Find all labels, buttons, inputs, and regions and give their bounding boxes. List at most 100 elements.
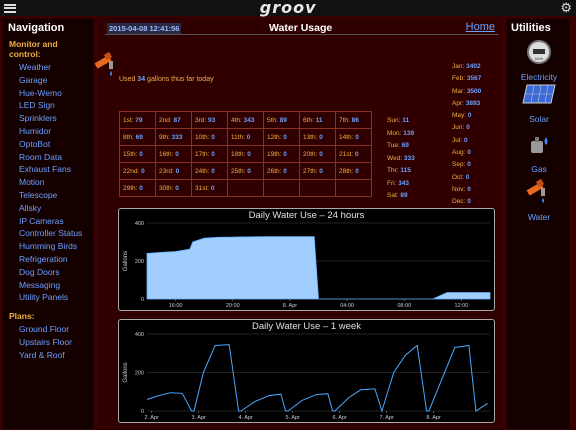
navigation-title: Navigation bbox=[8, 22, 65, 34]
month-row: Mar: 3500 bbox=[452, 86, 481, 98]
month-value: 0 bbox=[467, 198, 471, 206]
utility-gas[interactable]: Gas bbox=[507, 131, 571, 174]
day-value: 0 bbox=[211, 133, 215, 141]
weekday-value: 115 bbox=[400, 167, 411, 174]
nav-item-dog-doors[interactable]: Dog Doors bbox=[3, 266, 93, 279]
nav-item-ip-cameras[interactable]: IP Cameras bbox=[3, 215, 93, 228]
daily-usage-cell: 17th: 0 bbox=[191, 145, 228, 163]
day-value: 0 bbox=[246, 133, 251, 141]
y-tick-label: 400 bbox=[135, 221, 144, 227]
nav-item-room-data[interactable]: Room Data bbox=[3, 151, 93, 164]
y-tick-label: 400 bbox=[135, 332, 144, 338]
month-value: 3567 bbox=[466, 75, 482, 83]
day-value: 11 bbox=[315, 116, 323, 124]
daily-usage-cell: 31st: 0 bbox=[191, 179, 228, 197]
month-label: Apr: bbox=[452, 99, 464, 107]
daily-usage-cell: 21st: 0 bbox=[335, 145, 372, 163]
y-tick-label: 200 bbox=[135, 371, 144, 377]
nav-item-optobot[interactable]: OptoBot bbox=[3, 138, 93, 151]
day-value: 0 bbox=[139, 184, 143, 192]
weekday-label: Mon: bbox=[387, 129, 402, 137]
nav-item-weather[interactable]: Weather bbox=[3, 61, 93, 74]
utility-electricity[interactable]: kWh Electricity bbox=[507, 39, 571, 82]
day-value: 87 bbox=[173, 116, 181, 124]
y-tick-label: 0 bbox=[141, 297, 144, 303]
month-value: 0 bbox=[466, 124, 470, 132]
x-tick-label: 08:00 bbox=[397, 303, 411, 309]
daily-usage-cell: 13th: 0 bbox=[299, 128, 336, 146]
month-label: Jun: bbox=[452, 124, 465, 132]
month-row: Feb: 3567 bbox=[452, 73, 481, 85]
nav-item-controller-status[interactable]: Controller Status bbox=[3, 227, 93, 240]
nav-item-yard-roof[interactable]: Yard & Roof bbox=[3, 349, 93, 362]
day-value: 0 bbox=[354, 150, 359, 158]
daily-usage-row: 15th: 0 16th: 0 17th: 0 18th: 0 19th: 0 20th:… bbox=[119, 145, 372, 163]
monthly-usage-list: Jan: 3402 Feb: 3567 Mar: 3500 Apr: 3893 May:… bbox=[452, 61, 481, 209]
day-label: 24th: bbox=[195, 167, 210, 175]
nav-item-telescope[interactable]: Telescope bbox=[3, 189, 93, 202]
nav-item-ground-floor[interactable]: Ground Floor bbox=[3, 323, 93, 336]
utility-solar[interactable]: Solar bbox=[507, 83, 571, 124]
daily-usage-cell: 4th: 343 bbox=[227, 111, 264, 129]
nav-item-upstairs-floor[interactable]: Upstairs Floor bbox=[3, 336, 93, 349]
home-link[interactable]: Home bbox=[466, 21, 495, 33]
weekday-label: Sat: bbox=[387, 192, 399, 199]
weekday-label: Tue: bbox=[387, 142, 400, 149]
nav-item-messaging[interactable]: Messaging bbox=[3, 279, 93, 292]
nav-item-allsky[interactable]: Allsky bbox=[3, 202, 93, 215]
daily-usage-cell: 14th: 0 bbox=[335, 128, 372, 146]
daily-usage-row: 29th: 0 30th: 0 31st: 0 bbox=[119, 179, 372, 197]
nav-item-exhaust-fans[interactable]: Exhaust Fans bbox=[3, 163, 93, 176]
chart-24-hours: Daily Water Use – 24 hours 0 200 400 Gallon… bbox=[118, 208, 495, 311]
daily-usage-cell: 30th: 0 bbox=[155, 179, 192, 197]
gear-icon[interactable]: ⚙ bbox=[560, 1, 572, 15]
x-tick-label: 6. Apr bbox=[332, 415, 347, 421]
nav-item-humidor[interactable]: Humidor bbox=[3, 125, 93, 138]
nav-item-garage[interactable]: Garage bbox=[3, 74, 93, 87]
x-tick-label: 5. Apr bbox=[285, 415, 300, 421]
day-label: 1st: bbox=[123, 116, 134, 124]
day-value: 0 bbox=[247, 167, 251, 175]
chart-1-week: Daily Water Use – 1 week 0 200 400 Gallons 2… bbox=[118, 319, 495, 423]
day-value: 0 bbox=[211, 167, 215, 175]
day-value: 0 bbox=[139, 150, 143, 158]
nav-item-motion[interactable]: Motion bbox=[3, 176, 93, 189]
day-value: 0 bbox=[175, 167, 180, 175]
day-value: 0 bbox=[175, 150, 179, 158]
day-label: 18th: bbox=[231, 150, 246, 158]
utilities-panel: Utilities kWh Electricity Solar Gas Wate… bbox=[506, 18, 570, 430]
day-label: 30th: bbox=[159, 184, 174, 192]
day-value: 0 bbox=[283, 150, 287, 158]
x-tick-label: 8. Apr bbox=[426, 415, 441, 421]
nav-item-refrigeration[interactable]: Refrigeration bbox=[3, 253, 93, 266]
day-label: 3rd: bbox=[195, 116, 207, 124]
x-tick-label: 12:00 bbox=[455, 303, 469, 309]
nav-item-led-sign[interactable]: LED Sign bbox=[3, 99, 93, 112]
x-tick-label: 04:00 bbox=[340, 303, 354, 309]
day-label: 13th: bbox=[303, 133, 318, 141]
month-label: Aug: bbox=[452, 149, 466, 157]
series-area bbox=[146, 236, 491, 300]
chart-1-week-plot: 0200400Gallons2. Apr 3. Apr 4. Apr 5. Apr 6.… bbox=[123, 332, 490, 421]
month-row: Oct: 0 bbox=[452, 172, 481, 184]
utility-water-label: Water bbox=[527, 212, 551, 222]
day-label: 25th: bbox=[231, 167, 246, 175]
daily-usage-cell: 16th: 0 bbox=[155, 145, 192, 163]
nav-item-humming-birds[interactable]: Humming Birds bbox=[3, 240, 93, 253]
nav-item-sprinklers[interactable]: Sprinklers bbox=[3, 112, 93, 125]
day-label: 4th: bbox=[231, 116, 242, 124]
day-label: 2nd: bbox=[159, 116, 172, 124]
day-label: 28th: bbox=[339, 167, 354, 175]
utility-water[interactable]: Water bbox=[507, 177, 571, 222]
daily-usage-cell: 6th: 11 bbox=[299, 111, 336, 129]
y-axis-label: Gallons bbox=[123, 251, 129, 271]
x-tick-label: 7. Apr bbox=[379, 415, 394, 421]
menu-icon[interactable] bbox=[4, 3, 16, 13]
nav-item-hue-wemo[interactable]: Hue-Wemo bbox=[3, 87, 93, 100]
x-tick-label: 2. Apr bbox=[145, 415, 160, 421]
nav-item-utility-panels[interactable]: Utility Panels bbox=[3, 291, 93, 304]
day-label: 8th: bbox=[123, 133, 134, 141]
daily-usage-cell bbox=[263, 179, 300, 197]
monitor-section-label: Monitor and control: bbox=[9, 39, 58, 59]
water-faucet-icon bbox=[94, 51, 113, 76]
